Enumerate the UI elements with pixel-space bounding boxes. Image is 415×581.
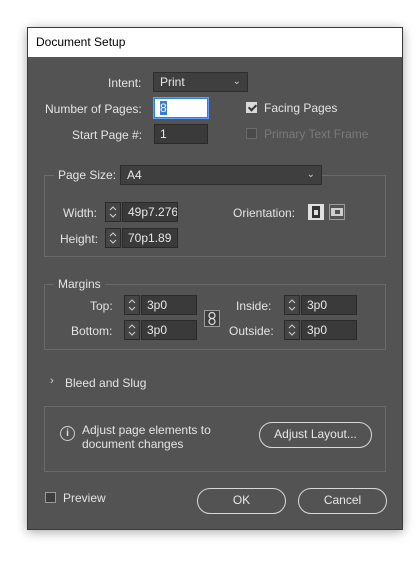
facing-pages-checkbox[interactable] (246, 102, 257, 113)
margin-outside-stepper[interactable] (284, 320, 300, 340)
bleed-slug-label: Bleed and Slug (65, 376, 147, 390)
chevron-down-icon: ⌄ (232, 76, 241, 87)
chevron-right-icon: › (50, 375, 54, 387)
margin-top-input[interactable]: 3p0 (141, 295, 197, 315)
number-of-pages-label: Number of Pages: (45, 102, 142, 116)
margin-outside-input[interactable]: 3p0 (301, 320, 357, 340)
margin-inside-input[interactable]: 3p0 (301, 295, 357, 315)
start-page-value: 1 (160, 127, 167, 141)
document-setup-dialog: Document Setup Intent: Print ⌄ Number of… (27, 27, 403, 530)
margin-inside-label: Inside: (236, 299, 272, 313)
start-page-input[interactable]: 1 (154, 124, 208, 144)
page-size-value: A4 (127, 168, 142, 182)
margin-bottom-stepper[interactable] (124, 320, 140, 340)
page-size-label: Page Size: (54, 168, 121, 182)
width-label: Width: (63, 206, 98, 220)
chain-link-icon (208, 311, 216, 326)
portrait-icon (312, 206, 320, 218)
landscape-icon (331, 208, 343, 216)
height-stepper[interactable] (105, 228, 121, 248)
margin-bottom-value: 3p0 (147, 323, 168, 337)
intent-select[interactable]: Print ⌄ (153, 72, 248, 92)
orientation-label: Orientation: (233, 206, 296, 220)
window-title: Document Setup (28, 28, 402, 57)
margin-top-value: 3p0 (147, 298, 168, 312)
info-icon: i (60, 426, 75, 441)
margin-bottom-input[interactable]: 3p0 (141, 320, 197, 340)
chevron-down-icon: ⌄ (306, 169, 315, 180)
margin-outside-value: 3p0 (307, 323, 328, 337)
intent-value: Print (160, 75, 185, 89)
ok-button[interactable]: OK (197, 488, 286, 514)
width-stepper[interactable] (105, 202, 121, 222)
margin-link-button[interactable] (204, 310, 220, 327)
margins-title: Margins (54, 277, 105, 291)
preview-label: Preview (63, 491, 106, 505)
margin-inside-value: 3p0 (307, 298, 328, 312)
height-label: Height: (60, 232, 99, 246)
margin-outside-label: Outside: (229, 324, 274, 338)
start-page-label: Start Page #: (72, 128, 143, 142)
cancel-button[interactable]: Cancel (298, 488, 387, 514)
intent-label: Intent: (108, 76, 142, 90)
adjust-layout-button[interactable]: Adjust Layout... (259, 422, 372, 448)
number-of-pages-input[interactable]: 8 (153, 97, 209, 119)
info-text-line1: Adjust page elements to (82, 423, 211, 437)
bleed-slug-toggle[interactable]: › Bleed and Slug (48, 373, 168, 391)
portrait-orientation-button[interactable] (308, 204, 324, 220)
info-text-line2: document changes (82, 437, 184, 451)
primary-text-frame-checkbox[interactable] (246, 128, 257, 139)
width-input[interactable]: 49p7.276 (122, 202, 178, 222)
width-value: 49p7.276 (128, 205, 178, 219)
primary-text-frame-label: Primary Text Frame (264, 127, 369, 141)
facing-pages-label: Facing Pages (264, 101, 338, 115)
height-value: 70p1.89 (128, 231, 172, 245)
margin-top-label: Top: (90, 299, 113, 313)
margin-inside-stepper[interactable] (284, 295, 300, 315)
preview-checkbox[interactable] (45, 492, 56, 503)
page-size-select[interactable]: A4 ⌄ (120, 165, 322, 185)
margin-top-stepper[interactable] (124, 295, 140, 315)
number-of-pages-value: 8 (160, 101, 167, 115)
height-input[interactable]: 70p1.89 (122, 228, 178, 248)
margin-bottom-label: Bottom: (71, 324, 113, 338)
landscape-orientation-button[interactable] (329, 204, 345, 220)
